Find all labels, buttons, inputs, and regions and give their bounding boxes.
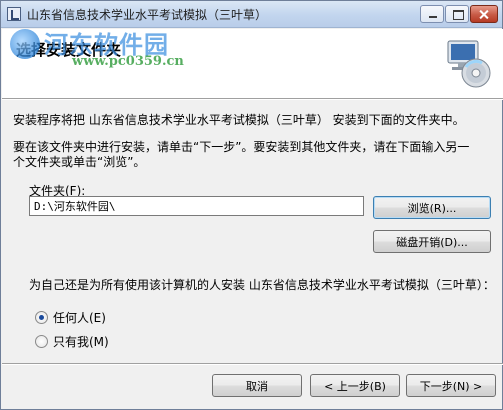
install-for-question: 为自己还是为所有使用该计算机的人安装 山东省信息技术学业水平考试模拟（三叶草）： — [29, 278, 495, 292]
back-button[interactable]: < 上一步(B) — [310, 374, 400, 397]
radio-everyone-label[interactable]: 任何人(E) — [53, 309, 106, 326]
folder-path-input[interactable] — [29, 196, 364, 216]
title-bar[interactable]: 山东省信息技术学业水平考试模拟（三叶草） — [1, 1, 502, 28]
radio-everyone[interactable]: 任何人(E) — [35, 309, 106, 325]
disk-cost-button[interactable]: 磁盘开销(D)... — [373, 230, 491, 253]
watermark-logo-icon — [10, 29, 40, 59]
radio-just-me[interactable]: 只有我(M) — [35, 333, 109, 349]
wizard-header: 选择安装文件夹 河东软件园 www.pc0359.cn — [2, 29, 503, 100]
window-title: 山东省信息技术学业水平考试模拟（三叶草） — [27, 8, 268, 22]
footer-divider — [2, 363, 503, 365]
app-icon — [7, 7, 21, 21]
maximize-button[interactable] — [445, 5, 469, 23]
instruction-text-2: 个文件夹或单击“浏览”。 — [13, 155, 146, 169]
watermark-url: www.pc0359.cn — [72, 54, 184, 69]
radio-button-checked[interactable] — [35, 310, 48, 324]
browse-button[interactable]: 浏览(R)... — [373, 196, 491, 219]
next-button[interactable]: 下一步(N) > — [406, 374, 496, 397]
radio-button-unchecked[interactable] — [35, 334, 48, 348]
minimize-button[interactable] — [420, 5, 444, 23]
intro-text: 安装程序将把 山东省信息技术学业水平考试模拟（三叶草） 安装到下面的文件夹中。 — [13, 113, 465, 127]
radio-just-me-label[interactable]: 只有我(M) — [53, 333, 109, 350]
cancel-button[interactable]: 取消 — [212, 374, 302, 397]
close-button[interactable] — [470, 5, 498, 23]
installer-window: 山东省信息技术学业水平考试模拟（三叶草） 选择安装文件夹 河东软件园 www.p… — [0, 0, 503, 410]
installer-cd-computer-icon — [447, 40, 491, 88]
